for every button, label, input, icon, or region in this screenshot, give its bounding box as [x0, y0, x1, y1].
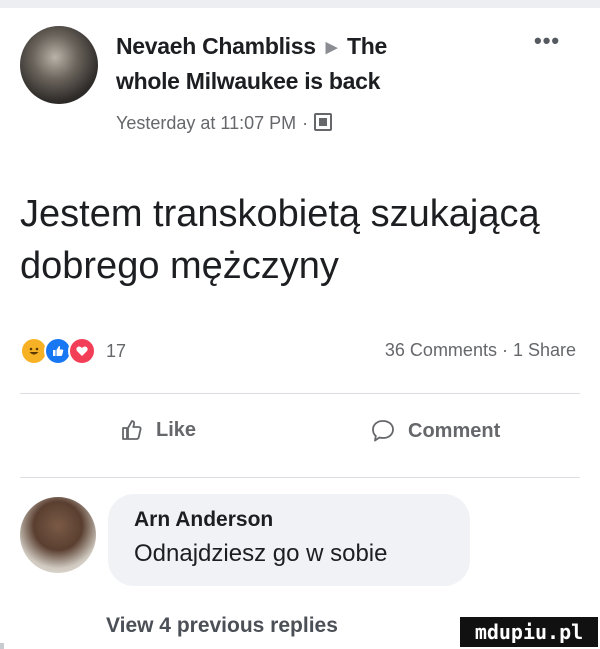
reaction-count: 17 [106, 340, 127, 361]
group-name-link-part2[interactable]: whole Milwaukee is back [116, 68, 380, 94]
reactions-summary[interactable]: 17 [20, 337, 126, 365]
comment-button[interactable]: Comment [370, 418, 500, 444]
thumbs-up-icon [122, 420, 142, 440]
meta-separator: · [302, 113, 309, 133]
divider [20, 477, 580, 478]
post-header-line-2: whole Milwaukee is back [116, 68, 380, 95]
more-dots-icon[interactable]: ••• [534, 28, 560, 54]
comment-text: Odnajdziesz go w sobie [134, 540, 388, 567]
commenter-name-link[interactable]: Arn Anderson [134, 508, 273, 532]
bottom-edge-mark [0, 643, 4, 649]
watermark-logo: mdupiu.pl [460, 617, 598, 647]
comments-shares-count[interactable]: 36 Comments · 1 Share [385, 340, 576, 361]
divider [20, 393, 580, 394]
post-meta: Yesterday at 11:07 PM · [116, 113, 333, 134]
author-avatar[interactable] [20, 26, 98, 104]
commenter-avatar[interactable] [20, 497, 96, 573]
arrow-right-icon: ▶ [325, 39, 338, 56]
view-previous-replies-link[interactable]: View 4 previous replies [106, 614, 338, 638]
comment-label: Comment [408, 419, 501, 442]
post-header-line-1: Nevaeh Chambliss ▶ The [116, 33, 387, 60]
love-reaction-icon [68, 337, 96, 365]
comment-bubble-icon [372, 420, 394, 442]
author-name-link[interactable]: Nevaeh Chambliss [116, 33, 316, 59]
group-name-link-part1[interactable]: The [347, 33, 387, 59]
post-timestamp[interactable]: Yesterday at 11:07 PM [116, 113, 296, 133]
top-strip [0, 0, 600, 8]
like-label: Like [156, 418, 197, 441]
group-audience-icon [314, 113, 333, 131]
post-text: Jestem transkobietą szukającą dobrego mę… [20, 193, 540, 287]
like-button[interactable]: Like [120, 418, 196, 442]
